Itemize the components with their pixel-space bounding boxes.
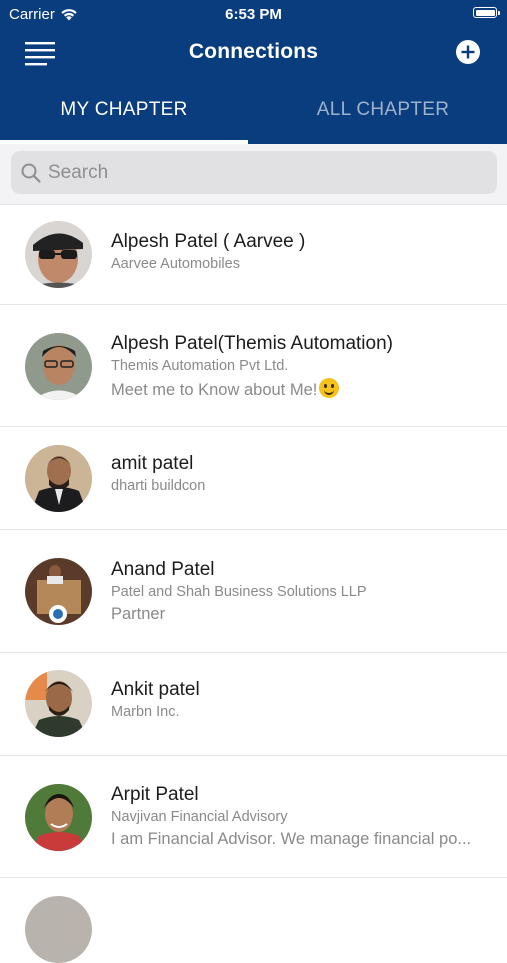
list-item[interactable]: Alpesh Patel(Themis Automation) Themis A… bbox=[0, 305, 507, 427]
contact-company: Aarvee Automobiles bbox=[111, 256, 240, 272]
tab-all-chapter[interactable]: ALL CHAPTER bbox=[259, 88, 507, 141]
contact-name: Alpesh Patel(Themis Automation) bbox=[111, 333, 393, 354]
list-item[interactable] bbox=[0, 878, 507, 963]
search-box[interactable] bbox=[11, 151, 497, 194]
contact-company: dharti buildcon bbox=[111, 478, 206, 494]
list-item[interactable]: Alpesh Patel ( Aarvee ) Aarvee Automobil… bbox=[0, 205, 507, 305]
plus-circle-icon bbox=[461, 45, 475, 59]
search-input[interactable] bbox=[48, 151, 488, 194]
search-icon bbox=[21, 163, 41, 183]
contact-name: Alpesh Patel ( Aarvee ) bbox=[111, 231, 306, 252]
search-bar bbox=[0, 144, 507, 205]
contact-company: Marbn Inc. bbox=[111, 704, 180, 720]
smiley-emoji-icon bbox=[319, 378, 340, 398]
contact-about: Meet me to Know about Me! bbox=[111, 378, 340, 400]
avatar bbox=[25, 333, 92, 400]
menu-button[interactable] bbox=[24, 40, 56, 66]
hamburger-menu-icon bbox=[25, 42, 55, 66]
contact-name: Arpit Patel bbox=[111, 784, 199, 805]
contact-name: Anand Patel bbox=[111, 559, 215, 580]
avatar bbox=[25, 558, 92, 625]
contact-company: Patel and Shah Business Solutions LLP bbox=[111, 584, 367, 600]
list-item[interactable]: amit patel dharti buildcon bbox=[0, 427, 507, 530]
avatar bbox=[25, 445, 92, 512]
list-item[interactable]: Ankit patel Marbn Inc. bbox=[0, 653, 507, 756]
page-title: Connections bbox=[188, 40, 319, 63]
list-item[interactable]: Arpit Patel Navjivan Financial Advisory … bbox=[0, 756, 507, 878]
list-item[interactable]: Anand Patel Patel and Shah Business Solu… bbox=[0, 530, 507, 653]
contact-name: Ankit patel bbox=[111, 679, 200, 700]
avatar bbox=[25, 896, 92, 963]
tab-my-chapter[interactable]: MY CHAPTER bbox=[0, 88, 248, 141]
app-header: Carrier 6:53 PM Connections MY CHAPTER A… bbox=[0, 0, 507, 144]
contact-company: Navjivan Financial Advisory bbox=[111, 809, 288, 825]
contact-company: Themis Automation Pvt Ltd. bbox=[111, 358, 289, 374]
status-time: 6:53 PM bbox=[225, 6, 282, 23]
chapter-tabs: MY CHAPTER ALL CHAPTER bbox=[0, 88, 507, 144]
nav-bar: Connections bbox=[0, 30, 507, 76]
battery-icon bbox=[473, 7, 500, 18]
avatar bbox=[25, 784, 92, 851]
status-bar: Carrier 6:53 PM bbox=[0, 0, 507, 28]
contact-name: amit patel bbox=[111, 453, 194, 474]
add-connection-button[interactable] bbox=[456, 40, 480, 64]
connections-list: Alpesh Patel ( Aarvee ) Aarvee Automobil… bbox=[0, 205, 507, 963]
avatar bbox=[25, 670, 92, 737]
contact-about: Partner bbox=[111, 605, 166, 623]
contact-about: I am Financial Advisor. We manage financ… bbox=[111, 830, 472, 848]
avatar bbox=[25, 221, 92, 288]
